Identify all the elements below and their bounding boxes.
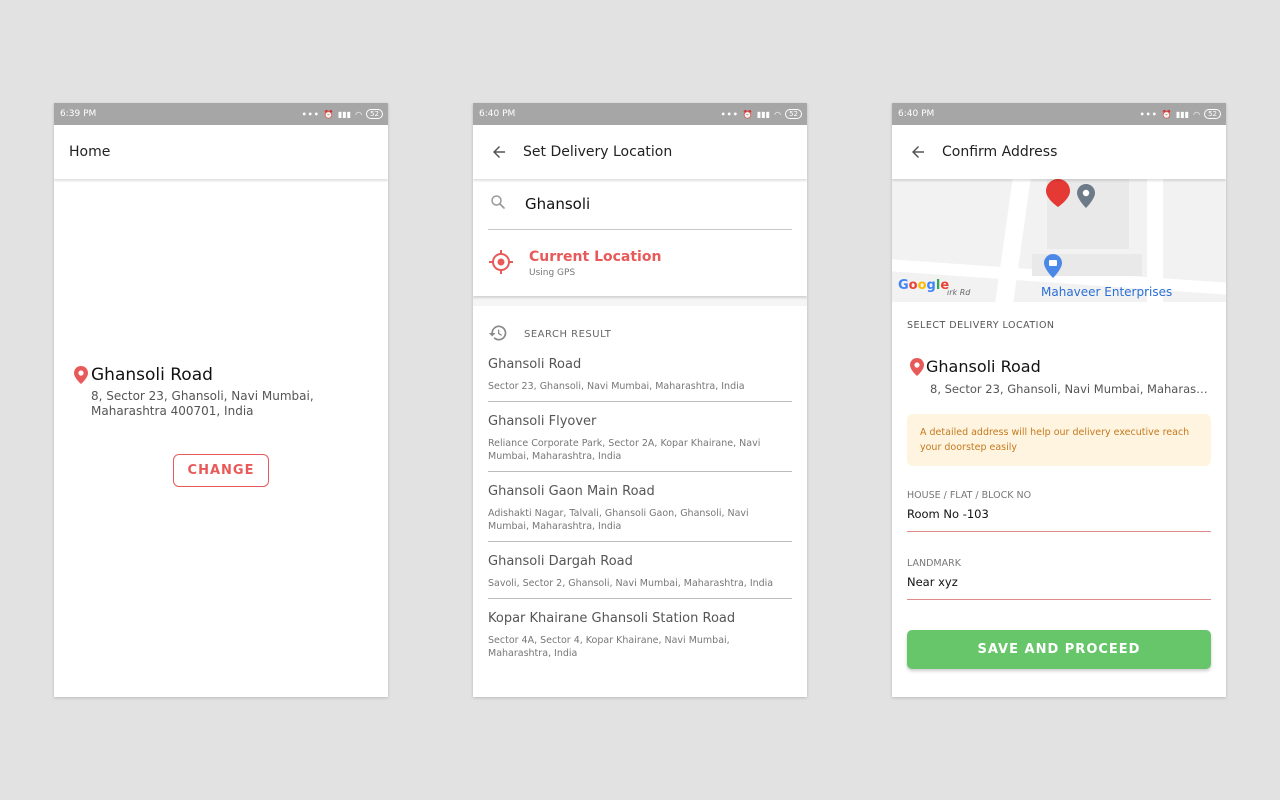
result-title: Kopar Khairane Ghansoli Station Road — [488, 611, 736, 626]
history-icon — [488, 323, 508, 346]
field-label: LANDMARK — [907, 558, 961, 569]
section-label: SELECT DELIVERY LOCATION — [907, 320, 1055, 331]
result-title: Ghansoli Road — [488, 357, 582, 372]
info-notice: A detailed address will help our deliver… — [907, 414, 1211, 466]
search-bar — [488, 179, 792, 230]
signal-icon: ▮▮▮ — [756, 109, 771, 119]
search-icon — [488, 193, 507, 215]
search-result-header: SEARCH RESULT — [488, 323, 611, 346]
back-arrow-icon[interactable] — [473, 125, 523, 179]
alarm-icon: ⏰ — [323, 109, 334, 119]
house-flat-field: HOUSE / FLAT / BLOCK NO — [907, 490, 1211, 532]
wifi-icon: ◠ — [1193, 109, 1201, 119]
location-pin-icon — [74, 366, 88, 384]
result-subtitle: Reliance Corporate Park, Sector 2A, Kopa… — [488, 438, 761, 462]
status-time: 6:40 PM — [898, 109, 935, 119]
search-result-label: SEARCH RESULT — [524, 329, 612, 340]
wifi-icon: ◠ — [774, 109, 782, 119]
location-pin-icon — [910, 357, 924, 376]
divider — [473, 296, 807, 306]
status-bar: 6:40 PM ••• ⏰ ▮▮▮ ◠ 52 — [473, 103, 807, 125]
gps-target-icon — [488, 249, 514, 279]
result-subtitle: Savoli, Sector 2, Ghansoli, Navi Mumbai,… — [488, 578, 774, 589]
list-item[interactable]: Ghansoli Road Sector 23, Ghansoli, Navi … — [488, 357, 792, 402]
page-title: Home — [69, 144, 111, 160]
landmark-input[interactable] — [907, 575, 1211, 599]
battery-icon: 52 — [785, 109, 802, 119]
wifi-icon: ◠ — [355, 109, 363, 119]
shop-pin-icon — [1044, 254, 1062, 282]
confirm-address-screen: 6:40 PM ••• ⏰ ▮▮▮ ◠ 52 Confirm Address G — [892, 103, 1226, 697]
list-item[interactable]: Ghansoli Flyover Reliance Corporate Park… — [488, 414, 792, 472]
location-marker-icon — [1046, 179, 1070, 211]
house-flat-input[interactable] — [907, 507, 1211, 531]
battery-icon: 52 — [366, 109, 383, 119]
current-location-label: Current Location — [529, 249, 662, 265]
map-poi-label: Mahaveer Enterprises — [1041, 285, 1173, 299]
map-road-label: ırk Rd — [947, 288, 971, 297]
change-button[interactable]: CHANGE — [173, 454, 269, 487]
app-bar: Confirm Address — [892, 125, 1226, 179]
status-time: 6:39 PM — [60, 109, 97, 119]
back-arrow-icon[interactable] — [892, 125, 942, 179]
set-delivery-location-screen: 6:40 PM ••• ⏰ ▮▮▮ ◠ 52 Set Delivery Loca… — [473, 103, 807, 697]
selected-address: Ghansoli Road 8, Sector 23, Ghansoli, Na… — [74, 365, 374, 419]
map-view[interactable]: Google ırk Rd Mahaveer Enterprises — [892, 179, 1226, 302]
save-and-proceed-button[interactable]: SAVE AND PROCEED — [907, 630, 1211, 669]
alarm-icon: ⏰ — [1161, 109, 1172, 119]
more-icon: ••• — [1139, 109, 1158, 119]
current-location-button[interactable]: Current Location Using GPS — [473, 231, 807, 296]
search-results-list: Ghansoli Road Sector 23, Ghansoli, Navi … — [488, 357, 792, 680]
status-bar: 6:39 PM ••• ⏰ ▮▮▮ ◠ 52 — [54, 103, 388, 125]
battery-icon: 52 — [1204, 109, 1221, 119]
list-item[interactable]: Kopar Khairane Ghansoli Station Road Sec… — [488, 611, 792, 668]
result-title: Ghansoli Dargah Road — [488, 554, 633, 569]
address-name: Ghansoli Road — [926, 357, 1041, 376]
list-item[interactable]: Ghansoli Gaon Main Road Adishakti Nagar,… — [488, 484, 792, 542]
search-input[interactable] — [525, 195, 725, 213]
result-subtitle: Adishakti Nagar, Talvali, Ghansoli Gaon,… — [488, 508, 749, 532]
landmark-field: LANDMARK — [907, 558, 1211, 600]
page-title: Confirm Address — [942, 144, 1058, 160]
status-bar: 6:40 PM ••• ⏰ ▮▮▮ ◠ 52 — [892, 103, 1226, 125]
page-title: Set Delivery Location — [523, 144, 673, 160]
result-title: Ghansoli Gaon Main Road — [488, 484, 655, 499]
address-line: 8, Sector 23, Ghansoli, Navi Mumbai, Mah… — [91, 389, 314, 418]
result-title: Ghansoli Flyover — [488, 414, 597, 429]
address-name: Ghansoli Road — [91, 365, 213, 385]
result-subtitle: Sector 4A, Sector 4, Kopar Khairane, Nav… — [488, 635, 730, 659]
field-label: HOUSE / FLAT / BLOCK NO — [907, 490, 1032, 501]
google-logo: Google — [898, 278, 950, 293]
address-line: 8, Sector 23, Ghansoli, Navi Mumbai, Mah… — [930, 382, 1213, 396]
signal-icon: ▮▮▮ — [1175, 109, 1190, 119]
home-screen: 6:39 PM ••• ⏰ ▮▮▮ ◠ 52 Home Ghansoli Roa… — [54, 103, 388, 697]
app-bar: Home — [54, 125, 388, 179]
selected-address: Ghansoli Road 8, Sector 23, Ghansoli, Na… — [910, 357, 1214, 396]
status-time: 6:40 PM — [479, 109, 516, 119]
alarm-icon: ⏰ — [742, 109, 753, 119]
result-subtitle: Sector 23, Ghansoli, Navi Mumbai, Mahara… — [488, 381, 745, 392]
more-icon: ••• — [301, 109, 320, 119]
current-location-subtitle: Using GPS — [529, 268, 576, 278]
map-pin-icon — [1077, 184, 1095, 212]
signal-icon: ▮▮▮ — [337, 109, 352, 119]
more-icon: ••• — [720, 109, 739, 119]
list-item[interactable]: Ghansoli Dargah Road Savoli, Sector 2, G… — [488, 554, 792, 599]
app-bar: Set Delivery Location — [473, 125, 807, 179]
